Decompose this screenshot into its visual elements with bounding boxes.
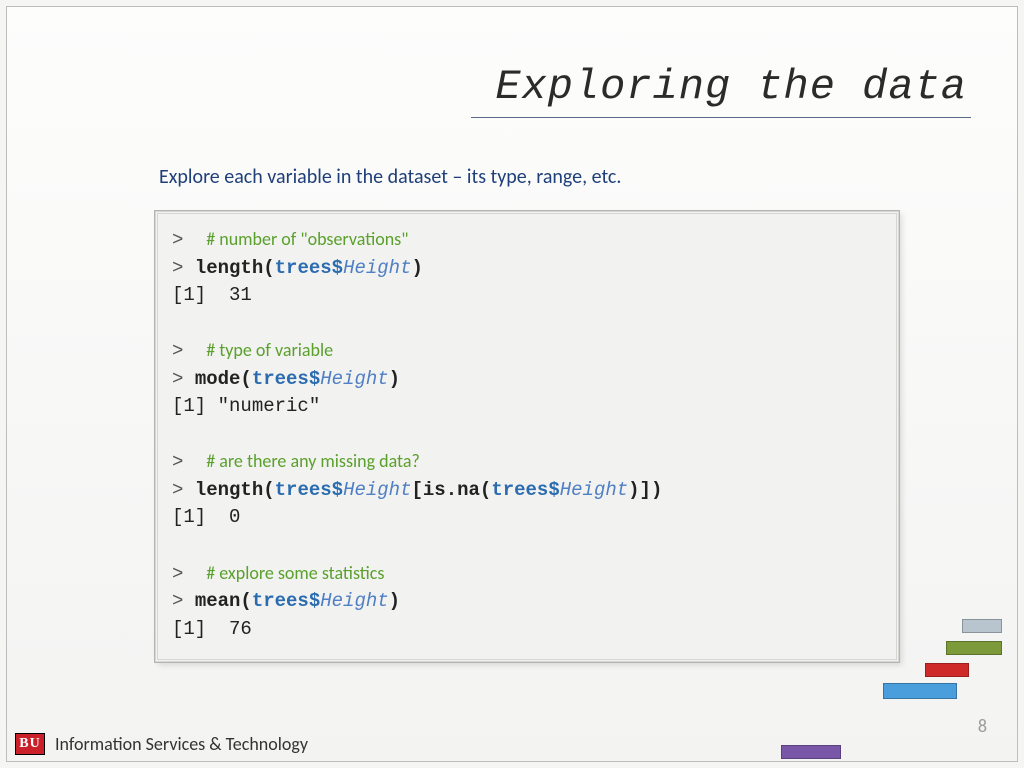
output: [1] 31 [172, 284, 252, 306]
comment: # type of variable [206, 339, 333, 361]
output: [1] 76 [172, 618, 252, 640]
decor-block [883, 683, 957, 699]
slide-title: Exploring the data [471, 63, 971, 118]
footer: BU Information Services & Technology [7, 733, 308, 755]
comment: # number of "observations" [206, 228, 408, 250]
comment: # are there any missing data? [206, 450, 420, 472]
code-fn: length( [195, 257, 275, 279]
output: [1] 0 [172, 506, 240, 528]
page-number: 8 [978, 715, 987, 737]
output: [1] "numeric" [172, 395, 320, 417]
decor-block [781, 745, 841, 759]
comment: # explore some statistics [206, 562, 384, 584]
decor-block [962, 619, 1002, 633]
slide-subtitle: Explore each variable in the dataset – i… [159, 165, 621, 189]
bu-logo: BU [15, 733, 45, 755]
code-block: > # number of "observations" > length(tr… [155, 211, 899, 662]
footer-text: Information Services & Technology [55, 733, 308, 755]
decor-block [925, 663, 969, 677]
decor-block [946, 641, 1002, 655]
slide: Exploring the data Explore each variable… [6, 6, 1018, 762]
